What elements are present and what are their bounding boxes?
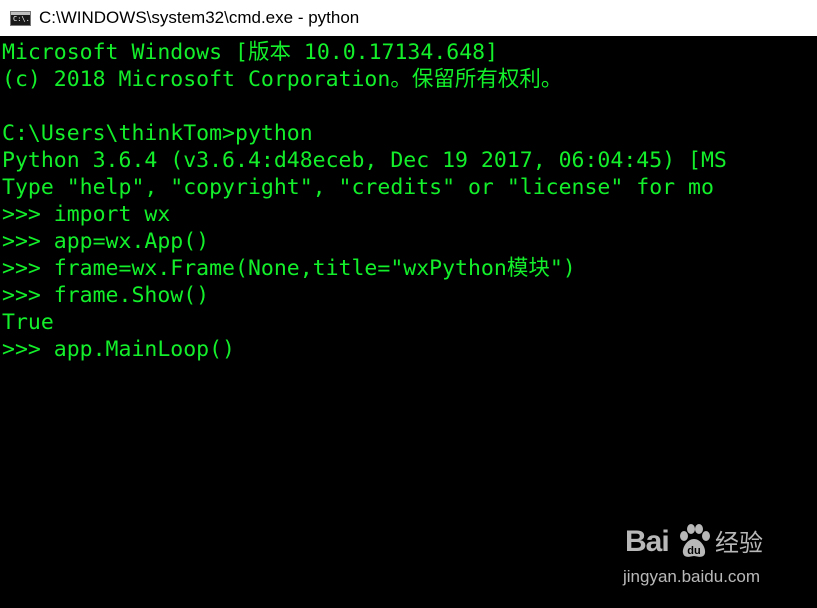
console-line: True — [2, 310, 54, 335]
console-line: >>> app.MainLoop() — [2, 337, 235, 362]
console-line: C:\Users\thinkTom>python — [2, 121, 313, 146]
watermark-brand: Bai — [625, 525, 670, 558]
watermark-url: jingyan.baidu.com — [623, 567, 761, 586]
console-line: Microsoft Windows [版本 10.0.17134.648] — [2, 40, 499, 65]
baidu-paw-icon: du — [680, 524, 710, 557]
console-line: >>> import wx — [2, 202, 171, 227]
cmd-icon-glyph: C:\. — [13, 14, 30, 23]
console-line: >>> app=wx.App() — [2, 229, 210, 254]
window-title: C:\WINDOWS\system32\cmd.exe - python — [39, 8, 360, 27]
cmd-icon[interactable]: C:\. — [10, 10, 31, 26]
console-line: Type "help", "copyright", "credits" or "… — [2, 175, 714, 200]
svg-text:du: du — [687, 545, 700, 557]
console-line: (c) 2018 Microsoft Corporation。保留所有权利。 — [2, 67, 563, 92]
watermark-chinese: 经验 — [715, 529, 763, 557]
title-bar[interactable]: C:\. C:\WINDOWS\system32\cmd.exe - pytho… — [0, 0, 817, 36]
console-line: >>> frame.Show() — [2, 283, 210, 308]
console-line: Python 3.6.4 (v3.6.4:d48eceb, Dec 19 201… — [2, 148, 727, 173]
baidu-jingyan-watermark: Bai du 经验 jingyan.baidu.com — [623, 522, 773, 590]
console-line: >>> frame=wx.Frame(None,title="wxPython模… — [2, 256, 576, 281]
cmd-window: C:\. C:\WINDOWS\system32\cmd.exe - pytho… — [0, 0, 817, 608]
